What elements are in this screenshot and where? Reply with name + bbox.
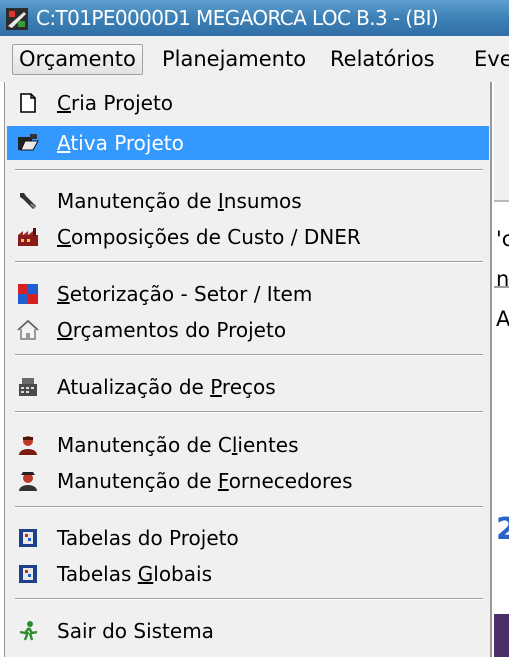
menu-item-label: Manutenção de Insumos [57,189,302,213]
app-icon [6,8,28,30]
open-folder-icon [18,134,39,151]
menu-item-label: Tabelas Globais [57,562,212,586]
supplier-person-icon [19,472,37,491]
menu-item-setorizacao[interactable]: Setorização - Setor / Item [7,277,489,311]
menu-separator [15,506,483,508]
background-block [494,614,509,657]
menu-item-label: Composições de Custo / DNER [57,225,361,249]
title-bar: C:T01PE0000D1 MEGAORCA LOC B.3 - (BI) [0,0,509,36]
menu-item-label: Setorização - Setor / Item [57,282,313,306]
toolbar-area [494,82,509,200]
menu-eventos[interactable]: Eve [474,45,509,74]
background-text: n [496,267,509,291]
sectors-icon [18,284,38,304]
background-text: A [496,307,509,331]
background-text: 'c [496,227,509,251]
factory-icon [18,228,38,246]
menu-item-manutencao-clientes[interactable]: Manutenção de Clientes [7,428,489,462]
cash-register-icon [19,378,37,396]
menu-item-sair-sistema[interactable]: Sair do Sistema [7,614,489,648]
menu-item-label: Orçamentos do Projeto [57,318,287,342]
menu-item-label: Atualização de Preços [57,375,276,399]
blank-page-icon [20,93,36,113]
orcamento-dropdown: Cria Projeto Ativa Projeto Manutenção de… [4,82,492,657]
menu-item-atualizacao-precos[interactable]: Atualização de Preços [7,370,489,404]
menu-separator [15,354,483,356]
menu-item-orcamentos-projeto[interactable]: Orçamentos do Projeto [7,313,489,347]
menu-item-tabelas-projeto[interactable]: Tabelas do Projeto [7,521,489,555]
running-man-icon [19,621,38,641]
window-title: C:T01PE0000D1 MEGAORCA LOC B.3 - (BI) [36,6,439,30]
menu-item-manutencao-insumos[interactable]: Manutenção de Insumos [7,184,489,218]
menu-relatorios[interactable]: Relatórios [330,45,435,74]
menu-orcamento[interactable]: Orçamento [12,44,143,75]
menu-separator [15,598,483,600]
divider [494,200,509,202]
menu-item-label: Ativa Projeto [57,131,184,155]
menu-item-manutencao-fornecedores[interactable]: Manutenção de Fornecedores [7,464,489,498]
menu-item-cria-projeto[interactable]: Cria Projeto [7,86,489,120]
menu-planejamento[interactable]: Planejamento [162,45,306,74]
menu-item-label: Cria Projeto [57,91,174,115]
menu-item-label: Manutenção de Fornecedores [57,469,353,493]
menu-item-label: Manutenção de Clientes [57,433,299,457]
menu-item-ativa-projeto[interactable]: Ativa Projeto [7,126,489,160]
client-person-icon [19,436,37,455]
menu-item-label: Tabelas do Projeto [57,526,239,550]
wrench-icon [20,193,36,209]
table-icon [19,565,37,583]
menu-item-label: Sair do Sistema [57,619,214,643]
table-icon [19,529,37,547]
menu-item-tabelas-globais[interactable]: Tabelas Globais [7,557,489,591]
content-panel [494,288,509,657]
window-body: 'c n A 2 [494,82,509,657]
menu-separator [15,411,483,413]
house-icon [17,319,39,340]
menu-separator [15,169,483,171]
menu-bar: Orçamento Planejamento Relatórios Eve [0,36,509,82]
menu-separator [15,261,483,263]
background-text: 2 [496,512,509,547]
menu-item-composicoes-custo[interactable]: Composições de Custo / DNER [7,220,489,254]
